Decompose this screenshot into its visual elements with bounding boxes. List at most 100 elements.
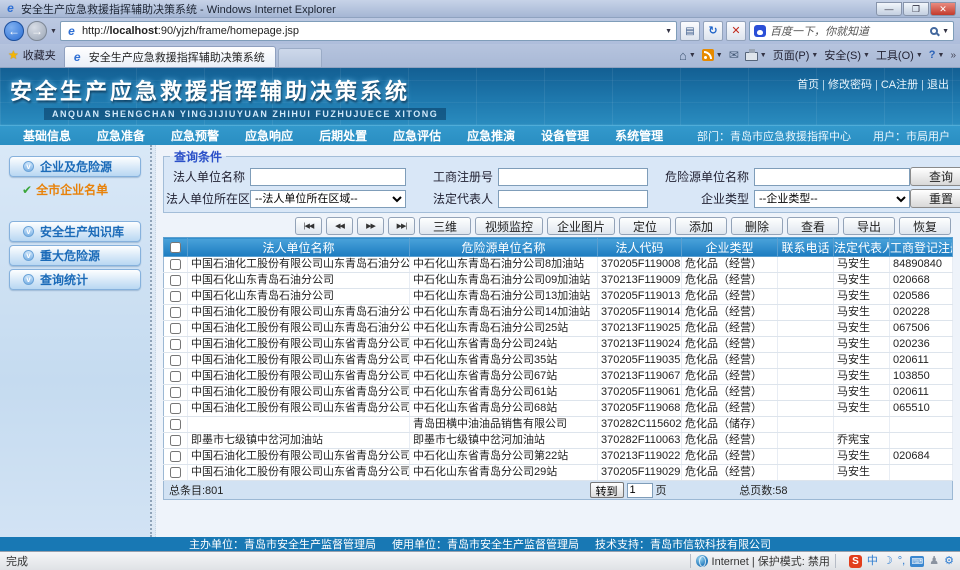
region-select[interactable]: --法人单位所在区域-- bbox=[250, 190, 406, 208]
cell-r6-c5: 马安生 bbox=[834, 353, 890, 369]
address-field[interactable]: e http://localhost:90/yjzh/frame/homepag… bbox=[60, 21, 677, 41]
compatibility-view-button[interactable]: ▤ bbox=[680, 21, 700, 41]
sogou-logo-icon[interactable]: S bbox=[849, 555, 862, 568]
nav-item-2[interactable]: 应急预警 bbox=[158, 127, 232, 144]
stop-button[interactable]: ✕ bbox=[726, 21, 746, 41]
sidebar-group-query-statistics[interactable]: v查询统计 bbox=[9, 269, 141, 290]
next-page-button[interactable]: ▶▶ bbox=[357, 217, 384, 235]
read-mail-button[interactable]: ✉ bbox=[729, 48, 739, 62]
cell-r3-c0: 中国石油化工股份有限公司山东青岛石油分公司 bbox=[188, 305, 410, 321]
search-dropdown-icon[interactable]: ▼ bbox=[942, 28, 949, 35]
legal-entity-name-input[interactable] bbox=[250, 168, 406, 186]
legal-representative-input[interactable] bbox=[498, 190, 648, 208]
wrench-icon[interactable]: ⚙ bbox=[944, 555, 954, 568]
row-checkbox[interactable] bbox=[170, 403, 181, 414]
row-checkbox[interactable] bbox=[170, 307, 181, 318]
maximize-button[interactable]: ❐ bbox=[903, 2, 929, 16]
minimize-button[interactable]: — bbox=[876, 2, 902, 16]
help-button[interactable]: ?▼ bbox=[929, 49, 945, 61]
hazard-source-name-input[interactable] bbox=[754, 168, 910, 186]
business-reg-no-input[interactable] bbox=[498, 168, 648, 186]
nav-item-1[interactable]: 应急准备 bbox=[84, 127, 158, 144]
locate-button[interactable]: 定位 bbox=[619, 217, 671, 235]
search-box[interactable]: 百度一下，你就知道 ▼ bbox=[749, 21, 954, 41]
history-dropdown-icon[interactable]: ▼ bbox=[50, 28, 57, 35]
close-button[interactable]: ✕ bbox=[930, 2, 956, 16]
cell-r0-c3: 危化品（经营） bbox=[682, 257, 778, 273]
cell-r1-c2: 370213F119009 bbox=[598, 273, 682, 289]
header-link-0[interactable]: 首页 bbox=[797, 79, 819, 91]
select-all-checkbox[interactable] bbox=[170, 242, 181, 253]
prev-page-button[interactable]: ◀◀ bbox=[326, 217, 353, 235]
forward-button[interactable]: → bbox=[27, 21, 47, 41]
overflow-chevron-icon[interactable]: » bbox=[950, 50, 956, 61]
header-link-1[interactable]: 修改密码 bbox=[828, 79, 872, 91]
punctuation-icon[interactable]: °, bbox=[898, 555, 905, 568]
nav-item-0[interactable]: 基础信息 bbox=[10, 127, 84, 144]
row-checkbox[interactable] bbox=[170, 323, 181, 334]
nav-item-7[interactable]: 设备管理 bbox=[528, 127, 602, 144]
sidebar-group-major-hazard[interactable]: v重大危险源 bbox=[9, 245, 141, 266]
row-checkbox[interactable] bbox=[170, 355, 181, 366]
search-button[interactable]: 查询 bbox=[910, 167, 960, 186]
sidebar-group-enterprise-hazard[interactable]: v企业及危险源 bbox=[9, 156, 141, 177]
video-monitor-button[interactable]: 视频监控 bbox=[475, 217, 543, 235]
nav-item-5[interactable]: 应急评估 bbox=[380, 127, 454, 144]
chinese-mode-icon[interactable]: 中 bbox=[867, 555, 878, 568]
3d-view-button[interactable]: 三维 bbox=[419, 217, 471, 235]
feeds-button[interactable]: ▼ bbox=[702, 49, 723, 61]
last-page-button[interactable]: ▶▶| bbox=[388, 217, 415, 235]
url-text[interactable]: http://localhost:90/yjzh/frame/homepage.… bbox=[82, 25, 661, 37]
row-checkbox[interactable] bbox=[170, 419, 181, 430]
cell-r10-c5 bbox=[834, 417, 890, 433]
goto-page-button[interactable]: 转到 bbox=[590, 482, 624, 498]
search-magnifier-icon[interactable] bbox=[930, 27, 938, 35]
row-checkbox[interactable] bbox=[170, 259, 181, 270]
header-link-2[interactable]: CA注册 bbox=[881, 79, 918, 91]
row-checkbox[interactable] bbox=[170, 339, 181, 350]
enterprise-type-select[interactable]: --企业类型-- bbox=[754, 190, 910, 208]
moon-mode-icon[interactable]: ☽ bbox=[883, 555, 893, 568]
sidebar-group-safety-knowledge[interactable]: v安全生产知识库 bbox=[9, 221, 141, 242]
row-checkbox[interactable] bbox=[170, 371, 181, 382]
menu-tools[interactable]: 工具(O)▼ bbox=[876, 47, 923, 63]
rss-icon bbox=[702, 49, 714, 61]
add-button[interactable]: 添加 bbox=[675, 217, 727, 235]
nav-item-8[interactable]: 系统管理 bbox=[602, 127, 676, 144]
nav-item-3[interactable]: 应急响应 bbox=[232, 127, 306, 144]
menu-page[interactable]: 页面(P)▼ bbox=[773, 47, 819, 63]
address-dropdown-icon[interactable]: ▼ bbox=[665, 28, 672, 35]
row-checkbox[interactable] bbox=[170, 387, 181, 398]
export-button[interactable]: 导出 bbox=[843, 217, 895, 235]
home-button[interactable]: ⌂▼ bbox=[679, 48, 696, 63]
row-checkbox[interactable] bbox=[170, 275, 181, 286]
refresh-button[interactable]: ↻ bbox=[703, 21, 723, 41]
nav-item-6[interactable]: 应急推演 bbox=[454, 127, 528, 144]
print-button[interactable]: ▼ bbox=[745, 49, 767, 61]
back-button[interactable]: ← bbox=[4, 21, 24, 41]
first-page-button[interactable]: |◀◀ bbox=[295, 217, 322, 235]
favorites-button[interactable]: ★ 收藏夹 bbox=[4, 44, 64, 67]
soft-keyboard-icon[interactable]: ⌨ bbox=[910, 556, 924, 567]
user-icon[interactable]: ♟ bbox=[929, 555, 939, 568]
row-checkbox[interactable] bbox=[170, 467, 181, 478]
menu-safety[interactable]: 安全(S)▼ bbox=[824, 47, 870, 63]
search-input[interactable]: 百度一下，你就知道 bbox=[770, 23, 926, 39]
goto-page-input[interactable] bbox=[627, 483, 653, 498]
row-checkbox[interactable] bbox=[170, 291, 181, 302]
row-checkbox[interactable] bbox=[170, 451, 181, 462]
sidebar-item-全市企业名单[interactable]: ✔全市企业名单 bbox=[22, 181, 146, 198]
new-tab-stub[interactable] bbox=[278, 48, 322, 67]
reset-button[interactable]: 重置 bbox=[910, 189, 960, 208]
cell-r7-c2: 370213F119067 bbox=[598, 369, 682, 385]
nav-item-4[interactable]: 后期处置 bbox=[306, 127, 380, 144]
row-checkbox[interactable] bbox=[170, 435, 181, 446]
view-button[interactable]: 查看 bbox=[787, 217, 839, 235]
hazard-name-label: 危险源单位名称 bbox=[648, 168, 754, 185]
enterprise-photo-button[interactable]: 企业图片 bbox=[547, 217, 615, 235]
delete-button[interactable]: 删除 bbox=[731, 217, 783, 235]
restore-button[interactable]: 恢复 bbox=[899, 217, 951, 235]
tab-active[interactable]: e 安全生产应急救援指挥辅助决策系统 bbox=[64, 46, 276, 67]
chevron-down-icon: v bbox=[23, 226, 34, 237]
header-link-3[interactable]: 退出 bbox=[927, 79, 949, 91]
